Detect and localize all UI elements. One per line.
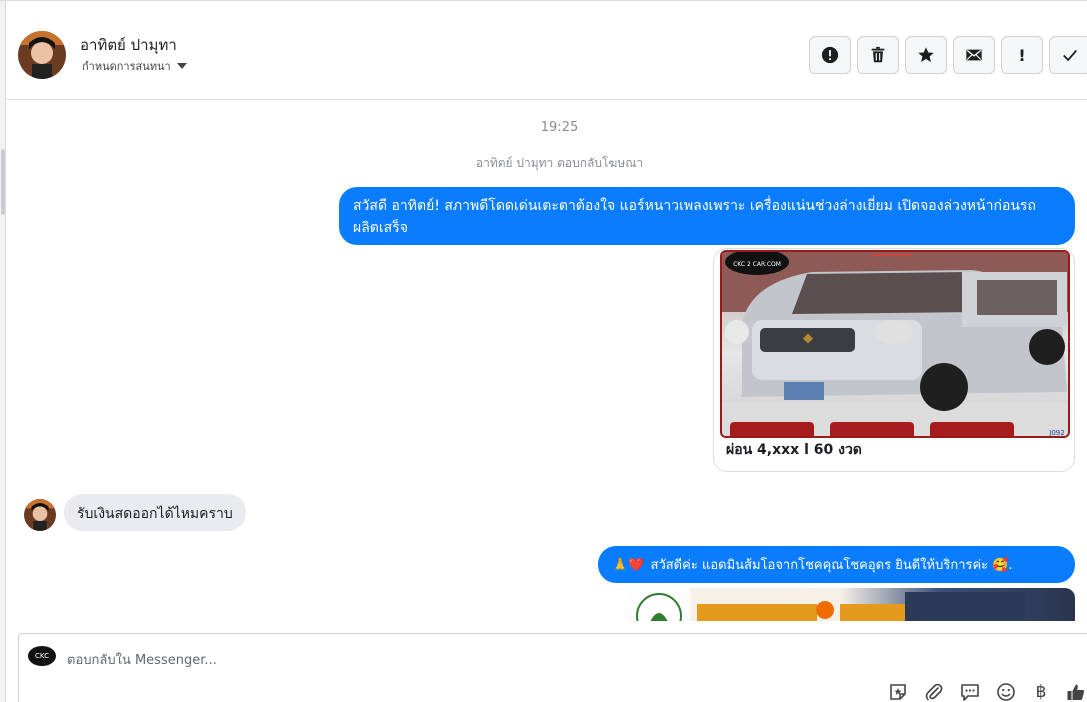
header-action-bar: !: [809, 36, 1087, 74]
exclamation-icon: !: [1018, 45, 1026, 65]
alert-circle-icon: [821, 46, 839, 64]
message-timestamp: 19:25: [540, 120, 579, 135]
trash-icon: [871, 46, 885, 63]
conversation-header: อาทิตย์ ปามุทา กำหนดการสนทนา !: [6, 1, 1087, 100]
card-caption: ผ่อน 4,xxx l 60 งวด: [726, 442, 862, 458]
composer-toolbar: ฿: [888, 682, 1086, 702]
attach-icon[interactable]: [924, 682, 944, 702]
outgoing-message[interactable]: สวัสดี อาทิตย์! สภาพดีโดดเด่นเตะตาต้องใจ…: [339, 187, 1075, 245]
caret-down-icon: [176, 63, 187, 69]
reply-input[interactable]: ตอบกลับใน Messenger...: [67, 649, 217, 670]
smile-hearts-emoji-icon: 🥰.: [992, 558, 1013, 573]
chat-bubble-icon[interactable]: [960, 682, 980, 702]
contact-avatar[interactable]: [18, 31, 66, 79]
mark-unread-button[interactable]: [953, 36, 995, 74]
message-thread[interactable]: 19:25 อาทิตย์ ปามุทา ตอบกลับโฆษณา สวัสดี…: [6, 101, 1087, 621]
conversation-menu-label: กำหนดการสนทนา: [82, 60, 171, 73]
watermark-text: CKC 2 CAR.COM: [733, 261, 781, 268]
page-logo: CKC: [28, 646, 56, 666]
car-photo[interactable]: CKC 2 CAR.COM ⯁ J092: [720, 250, 1070, 438]
check-icon: [1063, 49, 1077, 62]
ad-reply-note: อาทิตย์ ปามุทา ตอบกลับโฆษณา: [475, 156, 644, 170]
reply-composer: CKC ตอบกลับใน Messenger... ฿: [18, 633, 1087, 702]
like-icon[interactable]: [1066, 682, 1086, 702]
sticker-icon[interactable]: [888, 682, 908, 702]
flag-important-button[interactable]: !: [1001, 36, 1043, 74]
brand-badge-text: ⯁: [802, 332, 813, 348]
mark-spam-button[interactable]: [809, 36, 851, 74]
stock-tag: J092: [1048, 429, 1064, 437]
image-attachment-card[interactable]: CKC 2 CAR.COM ⯁ J092 ผ่อน 4,xxx l 60 งวด: [713, 248, 1075, 472]
contact-name[interactable]: อาทิตย์ ปามุทา: [80, 33, 177, 57]
contact-avatar-small[interactable]: [24, 499, 56, 531]
conversation-menu[interactable]: กำหนดการสนทนา: [82, 57, 187, 75]
outgoing-message-2-text: สวัสดีค่ะ แอดมินส้มโอจากโชคคุณโชคอุดร ยิ…: [650, 558, 989, 573]
outgoing-message-2[interactable]: 🙏❤️ สวัสดีค่ะ แอดมินส้มโอจากโชคคุณโชคอุด…: [598, 546, 1075, 583]
scrollbar-thumb[interactable]: [1, 149, 5, 215]
pray-heart-emoji-icon: 🙏❤️: [612, 558, 645, 573]
mail-icon: [966, 49, 982, 61]
delete-button[interactable]: [857, 36, 899, 74]
promo-image-attachment[interactable]: [625, 588, 1075, 621]
baht-icon[interactable]: ฿: [1032, 682, 1050, 702]
emoji-icon[interactable]: [996, 682, 1016, 702]
star-icon: [918, 47, 934, 63]
incoming-message[interactable]: รับเงินสดออกได้ไหมคราบ: [64, 494, 246, 531]
messenger-inbox: อาทิตย์ ปามุทา กำหนดการสนทนา ! 19:25 อาท…: [0, 0, 1087, 702]
mark-done-button[interactable]: [1049, 36, 1087, 74]
star-button[interactable]: [905, 36, 947, 74]
